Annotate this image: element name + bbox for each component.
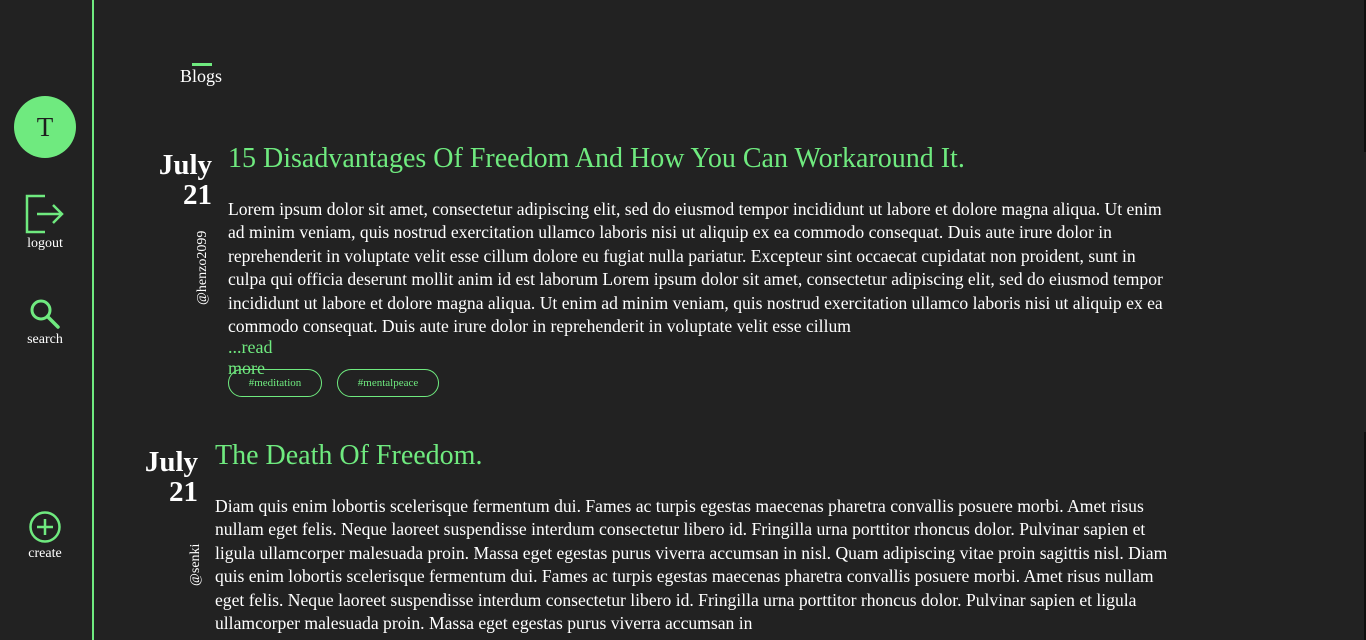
- plus-circle-icon: [29, 511, 61, 543]
- post-date-day: 21: [183, 179, 212, 211]
- tab-blogs-label: Blogs: [180, 66, 223, 86]
- sidebar: T logout search create: [0, 0, 94, 640]
- tag-chip[interactable]: #mentalpeace: [337, 369, 439, 397]
- avatar[interactable]: T: [14, 96, 76, 158]
- avatar-initial: T: [36, 111, 54, 142]
- search-button[interactable]: search: [0, 298, 90, 348]
- post-date: July 21: [130, 447, 198, 507]
- post-date-month: July: [158, 149, 212, 181]
- post-author[interactable]: @henzo2099: [195, 231, 211, 305]
- logout-label: logout: [27, 236, 63, 251]
- logout-icon: [25, 194, 64, 234]
- tag-chip[interactable]: #meditation: [228, 369, 322, 397]
- post-excerpt: Diam quis enim lobortis scelerisque ferm…: [215, 496, 1168, 634]
- post-title[interactable]: 15 Disadvantages Of Freedom And How You …: [228, 143, 965, 175]
- post-date-month: July: [144, 446, 198, 478]
- tag-label: #meditation: [248, 377, 302, 389]
- search-label: search: [27, 332, 63, 347]
- create-label: create: [28, 546, 62, 561]
- logout-button[interactable]: logout: [0, 194, 90, 252]
- post-date: July 21: [144, 150, 212, 210]
- tag-label: #mentalpeace: [357, 377, 419, 389]
- post-date-day: 21: [169, 476, 198, 508]
- post-author[interactable]: @senki: [188, 544, 204, 586]
- search-icon: [30, 299, 60, 329]
- tab-blogs[interactable]: Blogs: [180, 63, 223, 87]
- active-tab-indicator: [192, 63, 212, 66]
- post-excerpt: Lorem ipsum dolor sit amet, consectetur …: [228, 199, 1163, 337]
- main-content: Blogs July 21 @henzo2099 15 Disadvantage…: [94, 0, 1366, 640]
- create-button[interactable]: create: [0, 510, 90, 562]
- post-title[interactable]: The Death Of Freedom.: [215, 440, 482, 472]
